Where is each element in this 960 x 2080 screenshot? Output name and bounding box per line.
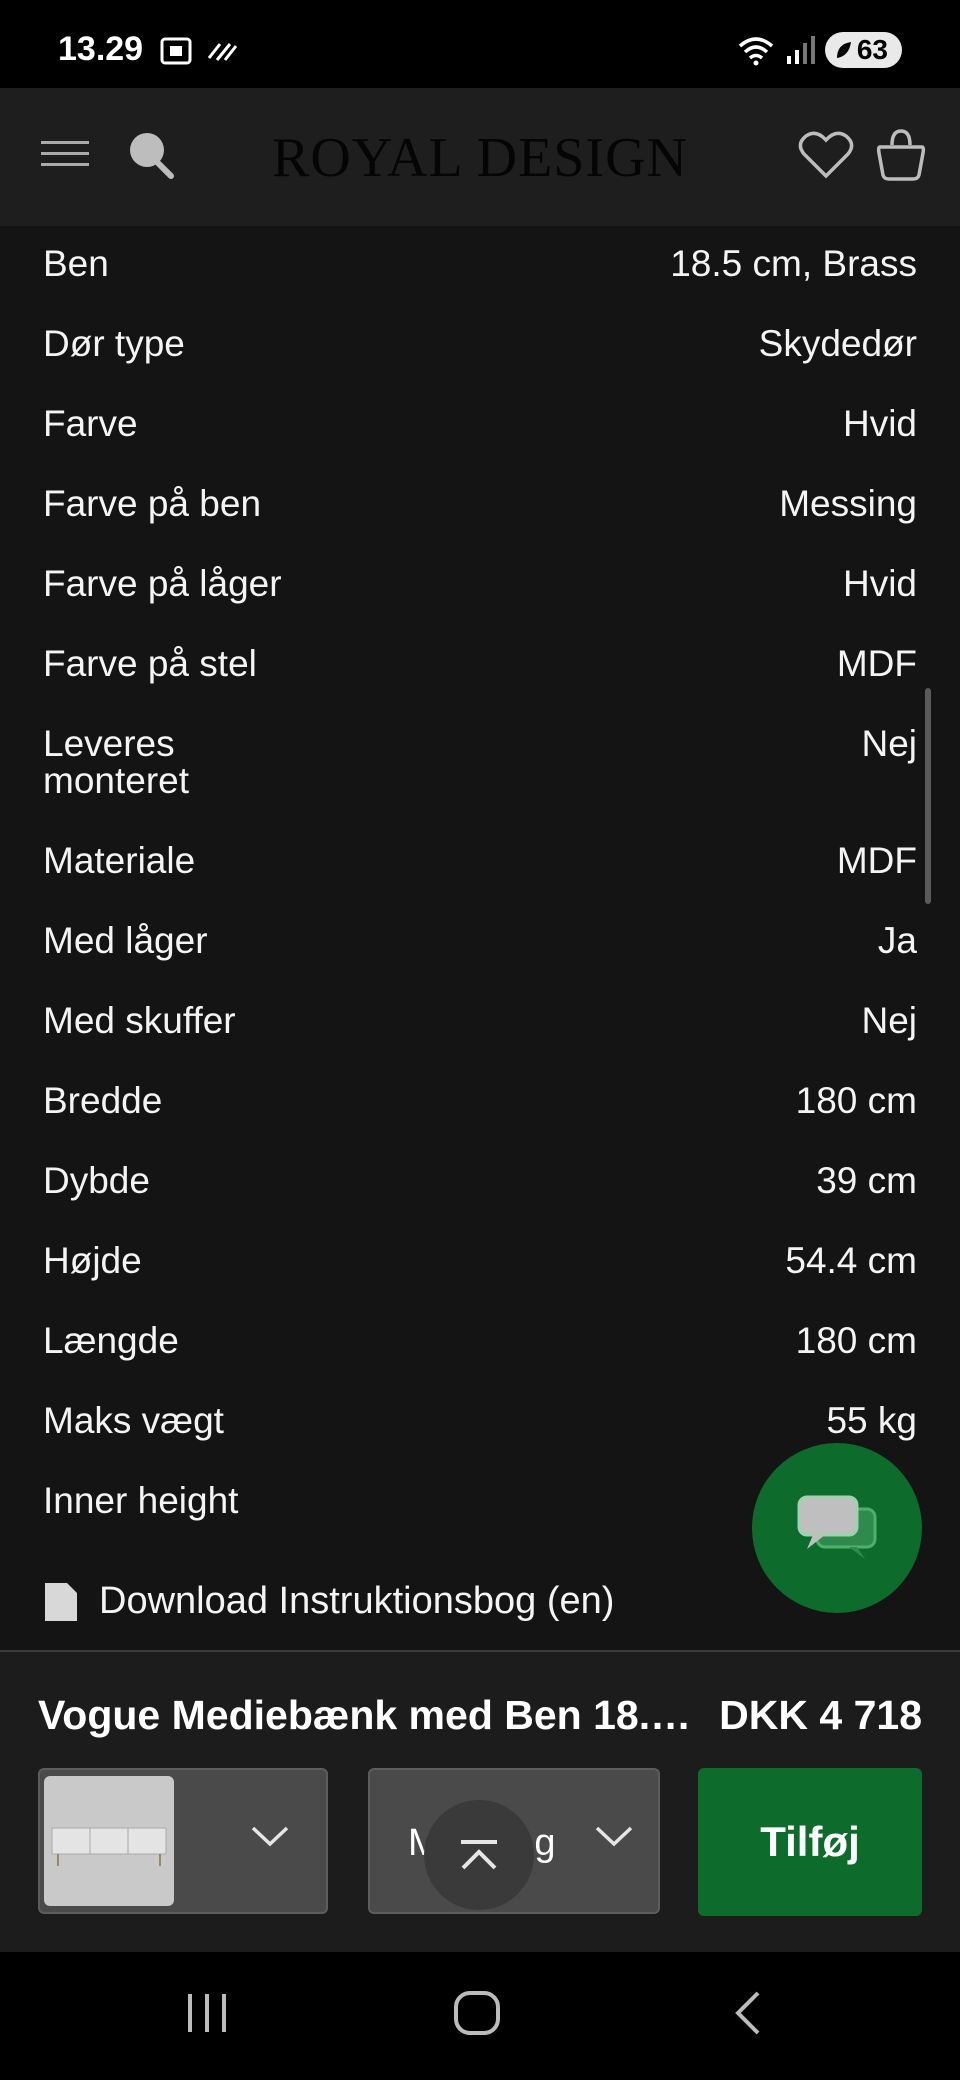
spec-label: Højde <box>43 1240 142 1281</box>
spec-label: Dør type <box>43 323 185 364</box>
spec-value: 39 cm <box>816 1160 917 1201</box>
app-header: ROYAL DESIGN <box>0 88 960 226</box>
spec-value: Messing <box>779 483 917 524</box>
spec-row-ben: Ben 18.5 cm, Brass <box>43 245 917 282</box>
spec-label: Farve <box>43 403 138 444</box>
add-to-cart-button[interactable]: Tilføj <box>698 1768 922 1916</box>
spec-value: Nej <box>861 723 917 764</box>
spec-label: Inner height <box>43 1480 239 1521</box>
spec-value: Ja <box>877 920 917 961</box>
document-icon <box>45 1582 77 1621</box>
chevron-down-icon <box>251 1826 289 1847</box>
chevron-down-icon <box>595 1826 633 1847</box>
scrollbar[interactable] <box>925 688 931 904</box>
spec-label: Farve på stel <box>43 643 257 684</box>
spec-row-frame-color: Farve på stel MDF <box>43 645 917 682</box>
spec-label: Med skuffer <box>43 1000 236 1041</box>
spec-value: MDF <box>836 643 917 684</box>
spec-row-door-color: Farve på låger Hvid <box>43 565 917 602</box>
status-time: 13.29 <box>58 30 144 68</box>
spec-row-material: Materiale MDF <box>43 842 917 879</box>
spec-row-assembled: Leveres monteret Nej <box>43 725 917 799</box>
spec-label: Med låger <box>43 920 208 961</box>
spec-label: Farve på låger <box>43 563 282 604</box>
spec-value: Skydedør <box>758 323 917 364</box>
chat-bubbles-icon <box>797 1495 877 1559</box>
home-button[interactable] <box>452 1988 502 2043</box>
product-price: DKK 4 718 <box>719 1692 922 1738</box>
back-to-top-button[interactable] <box>424 1800 534 1910</box>
spec-label: Dybde <box>43 1160 150 1201</box>
media-bench-image <box>51 1827 167 1866</box>
variant-select[interactable] <box>38 1768 328 1914</box>
spec-row-leg-color: Farve på ben Messing <box>43 485 917 522</box>
product-title: Vogue Mediebænk med Ben 18.5 cm <box>38 1692 698 1738</box>
spec-row-depth: Dybde 39 cm <box>43 1162 917 1199</box>
spec-value: Hvid <box>842 403 917 444</box>
spec-value: Nej <box>861 1000 917 1041</box>
spec-value: 18.5 cm, Brass <box>670 243 917 284</box>
back-icon <box>735 1991 760 2035</box>
status-icons-right: 63 <box>737 32 902 68</box>
leaf-icon <box>836 42 851 58</box>
spec-row-width: Bredde 180 cm <box>43 1082 917 1119</box>
spec-value: 54.4 cm <box>785 1240 917 1281</box>
recent-apps-icon <box>188 1994 226 2032</box>
cart-button[interactable] <box>874 126 928 184</box>
spec-label: Ben <box>43 243 109 284</box>
spec-label: Længde <box>43 1320 179 1361</box>
home-icon <box>454 1991 500 2035</box>
chat-button[interactable] <box>752 1443 922 1613</box>
spec-value: Hvid <box>842 563 917 604</box>
battery-indicator: 63 <box>824 32 902 68</box>
spec-value: 55 kg <box>826 1400 917 1441</box>
spec-label: Bredde <box>43 1080 163 1121</box>
chevron-up-bar-icon <box>461 1840 497 1870</box>
wifi-icon <box>738 37 773 66</box>
spec-value: MDF <box>836 840 917 881</box>
shopping-bag-icon <box>876 129 926 181</box>
stylus-icon <box>207 43 238 61</box>
spec-label: Maks vægt <box>43 1400 224 1441</box>
back-button[interactable] <box>728 1988 768 2043</box>
spec-label: Leveres monteret <box>43 723 190 801</box>
spec-row-with-drawers: Med skuffer Nej <box>43 1002 917 1039</box>
purchase-panel: Vogue Mediebænk med Ben 18.5 cm DKK 4 71… <box>0 1650 960 1954</box>
spec-row-max-weight: Maks vægt 55 kg <box>43 1402 917 1439</box>
status-bar: 13.29 63 <box>0 0 960 88</box>
status-icons-left <box>160 36 238 66</box>
product-thumbnail <box>44 1776 174 1906</box>
spec-row-door-type: Dør type Skydedør <box>43 325 917 362</box>
spec-row-height: Højde 54.4 cm <box>43 1242 917 1279</box>
download-manual-link[interactable]: Download Instruktionsbog (en) <box>43 1580 614 1623</box>
spec-label: Materiale <box>43 840 196 881</box>
download-label: Download Instruktionsbog (en) <box>99 1580 615 1622</box>
spec-value: 180 cm <box>795 1320 917 1361</box>
spec-row-length: Længde 180 cm <box>43 1322 917 1359</box>
wishlist-button[interactable] <box>798 128 854 182</box>
recent-apps-button[interactable] <box>184 1988 230 2043</box>
system-navigation-bar <box>0 1952 960 2080</box>
battery-level: 63 <box>856 34 888 65</box>
spec-value: 180 cm <box>795 1080 917 1121</box>
screenshot-icon <box>160 37 192 65</box>
spec-row-with-doors: Med låger Ja <box>43 922 917 959</box>
spec-label: Farve på ben <box>43 483 262 524</box>
signal-icon <box>786 36 815 64</box>
spec-row-color: Farve Hvid <box>43 405 917 442</box>
heart-icon <box>798 131 854 179</box>
